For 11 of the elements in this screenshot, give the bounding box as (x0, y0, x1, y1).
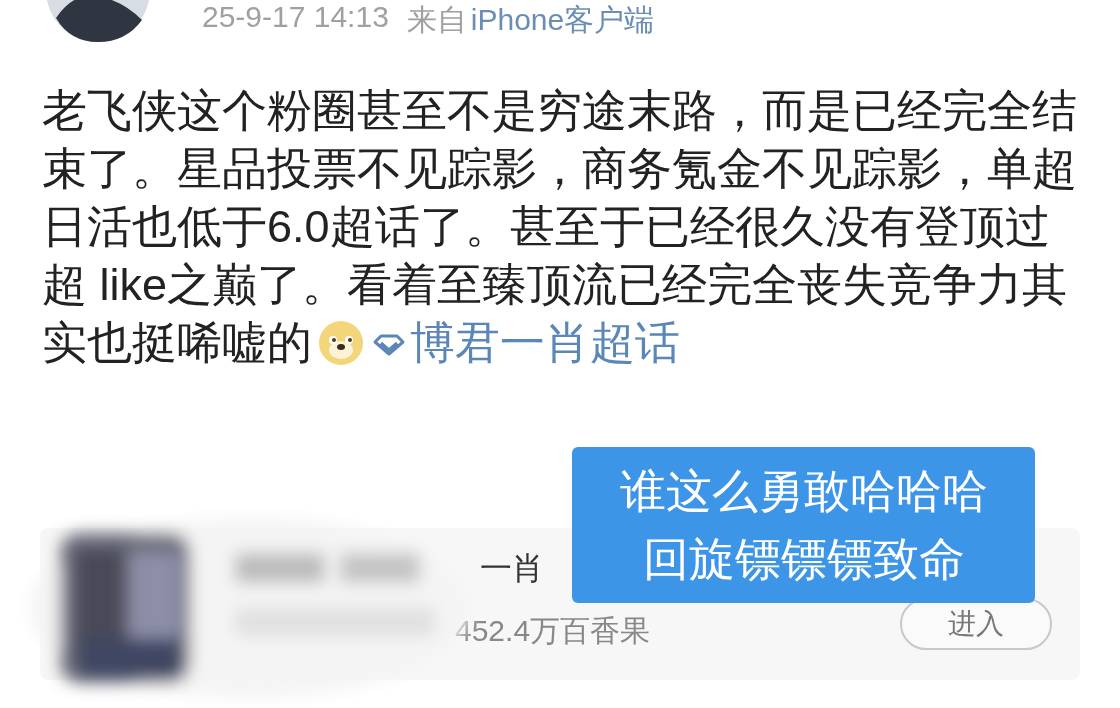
diamond-icon (372, 334, 406, 356)
topic-link[interactable]: 博君一肖超话 (372, 317, 680, 368)
post-time: 25-9-17 14:13 (202, 0, 389, 35)
source-link[interactable]: iPhone客户端 (470, 0, 655, 41)
post-text: 老飞侠这个粉圈甚至不是穷途末路，而是已经完全结束了。星品投票不见踪影，商务氪金不见踪影，单超日活也低于6.0超话了。甚至于已经很久没有登顶过超 like之巅了。看着至臻顶流已经完全丧失竞争力其实也挺唏嘘的 博君一肖超话 (42, 84, 1078, 370)
follower-count: 452.4万百香果 (455, 612, 651, 649)
caption-line: 谁这么勇敢哈哈哈 (619, 464, 988, 519)
dog-face-icon (318, 320, 364, 366)
source-label: 来自 (406, 1, 467, 38)
caption-line: 回旋镖镖镖致命 (642, 532, 965, 587)
topic-name: 一肖 (480, 548, 544, 588)
